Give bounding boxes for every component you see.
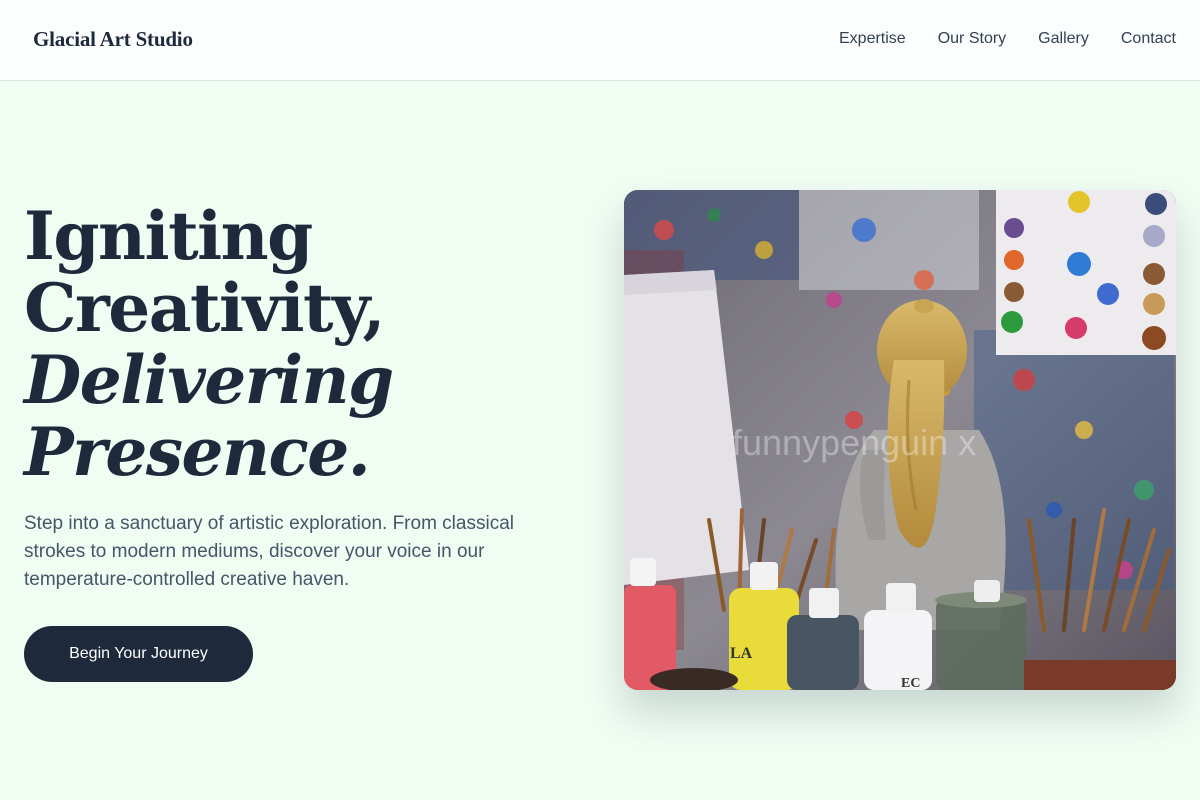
image-watermark: funnypenguin x bbox=[732, 422, 976, 463]
nav-link-gallery[interactable]: Gallery bbox=[1038, 30, 1089, 48]
hero-title-line-4: Presence. bbox=[24, 413, 371, 491]
nav-link-our-story[interactable]: Our Story bbox=[938, 30, 1006, 48]
jar-label-1: LA bbox=[730, 645, 753, 662]
hero-title-line-2: Creativity, bbox=[24, 269, 386, 347]
nav-link-contact[interactable]: Contact bbox=[1121, 30, 1176, 48]
nav-link-expertise[interactable]: Expertise bbox=[839, 30, 906, 48]
hero-title-line-3: Delivering bbox=[24, 341, 394, 419]
hero-title: Igniting Creativity, Delivering Presence… bbox=[24, 200, 584, 488]
begin-journey-button[interactable]: Begin Your Journey bbox=[24, 626, 253, 682]
main-nav: Expertise Our Story Gallery Contact bbox=[839, 30, 1176, 48]
hero-title-line-1: Igniting bbox=[24, 197, 313, 275]
hero-description: Step into a sanctuary of artistic explor… bbox=[24, 513, 514, 590]
site-header: Glacial Art Studio Expertise Our Story G… bbox=[0, 0, 1200, 81]
hero-image: LA EC funnypenguin x bbox=[624, 190, 1176, 690]
brand-logo[interactable]: Glacial Art Studio bbox=[33, 27, 193, 52]
studio-photo-illustration: LA EC funnypenguin x bbox=[624, 190, 1176, 690]
jar-label-2: EC bbox=[901, 676, 920, 690]
